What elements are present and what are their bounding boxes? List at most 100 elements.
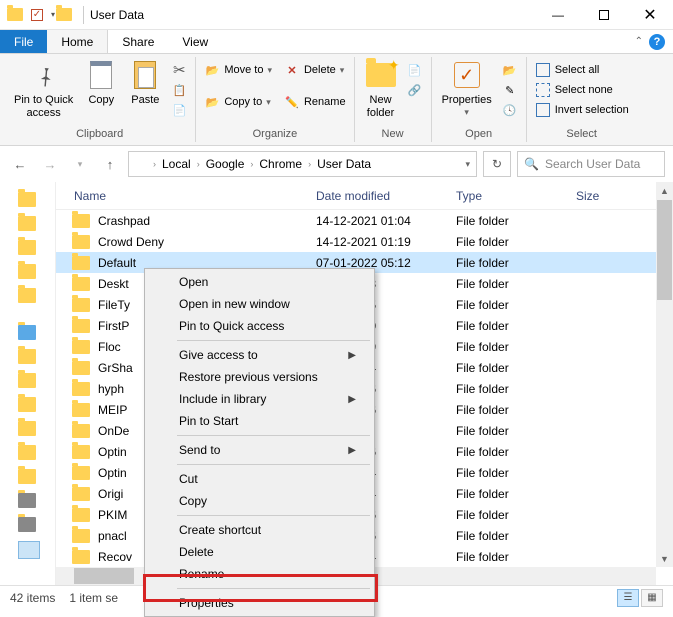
tree-folder-icon[interactable] [18,349,36,364]
paste-icon [134,61,156,89]
close-button[interactable]: ✕ [627,0,673,30]
move-to-button[interactable]: 📂Move to▾ [202,61,274,79]
paste-shortcut-button[interactable]: 📄 [169,101,189,119]
collapse-ribbon-icon[interactable]: ⌃ [635,36,643,47]
pin-quick-access-button[interactable]: Pin to Quick access [10,57,77,121]
breadcrumb-segment[interactable]: Google [204,157,247,171]
forward-button[interactable]: → [38,152,62,176]
tree-folder-icon[interactable] [18,216,36,231]
tree-folder-icon[interactable] [18,397,36,412]
help-button[interactable]: ? [649,34,665,50]
tab-share[interactable]: Share [108,30,168,53]
path-box[interactable]: › Local› Google› Chrome› User Data ▾ [128,151,477,177]
icons-view-button[interactable]: ▦ [641,589,663,607]
quick-save-icon[interactable]: ✓ [28,6,46,24]
menu-delete[interactable]: Delete [147,541,372,563]
menu-rename[interactable]: Rename [147,563,372,585]
refresh-button[interactable]: ↻ [483,151,511,177]
menu-pin-quick-access[interactable]: Pin to Quick access [147,315,372,337]
breadcrumb-segment[interactable]: Chrome [257,157,304,171]
select-all-button[interactable]: Select all [533,61,631,79]
back-button[interactable]: ← [8,152,32,176]
tree-drive-icon[interactable] [18,493,36,508]
delete-button[interactable]: ✕Delete▾ [282,61,348,79]
tree-folder-icon[interactable] [18,240,36,255]
column-header-size[interactable]: Size [576,189,636,203]
chevron-right-icon: ▶ [348,350,356,361]
table-row[interactable]: Crashpad14-12-2021 01:04File folder [56,210,673,231]
vertical-scrollbar[interactable]: ▲ ▼ [656,182,673,567]
tree-drive-icon[interactable] [18,517,36,532]
folder-icon [72,340,90,354]
tree-pc-icon[interactable] [18,325,36,340]
copy-button[interactable]: Copy [81,57,121,109]
maximize-button[interactable] [581,0,627,30]
easy-access-button[interactable]: 🔗 [405,81,425,99]
row-name: Crashpad [98,214,316,228]
folder-icon [72,445,90,459]
history-button[interactable]: 🕓 [500,101,520,119]
menu-include-library[interactable]: Include in library▶ [147,388,372,410]
pin-icon [27,58,61,92]
scroll-thumb[interactable] [74,568,134,584]
scroll-thumb[interactable] [657,200,672,300]
window-folder-icon [6,6,24,24]
properties-button[interactable]: ✓ Properties ▾ [438,57,496,119]
menu-open[interactable]: Open [147,271,372,293]
recent-locations-button[interactable]: ▾ [68,152,92,176]
tab-view[interactable]: View [168,30,222,53]
folder-icon [72,487,90,501]
menu-give-access-to[interactable]: Give access to▶ [147,344,372,366]
menu-create-shortcut[interactable]: Create shortcut [147,519,372,541]
address-bar: ← → ▾ ↑ › Local› Google› Chrome› User Da… [0,146,673,182]
tree-folder-icon[interactable] [18,421,36,436]
row-type: File folder [456,403,576,417]
menu-properties[interactable]: Properties [147,592,372,614]
copy-path-button[interactable]: 📋 [169,81,189,99]
menu-restore-versions[interactable]: Restore previous versions [147,366,372,388]
minimize-button[interactable]: — [535,0,581,30]
copy-to-icon: 📂 [204,94,220,110]
up-button[interactable]: ↑ [98,152,122,176]
breadcrumb-segment[interactable]: Local [160,157,193,171]
invert-selection-button[interactable]: Invert selection [533,101,631,119]
tree-folder-icon[interactable] [18,469,36,484]
scroll-down-icon[interactable]: ▼ [656,550,673,567]
new-item-button[interactable]: 📄 [405,61,425,79]
menu-cut[interactable]: Cut [147,468,372,490]
path-dropdown-icon[interactable]: ▾ [465,159,476,170]
tree-folder-icon[interactable] [18,373,36,388]
menu-separator [177,588,370,589]
new-folder-button[interactable]: New folder [361,57,401,121]
tree-folder-icon[interactable] [18,192,36,207]
menu-open-new-window[interactable]: Open in new window [147,293,372,315]
table-row[interactable]: Crowd Deny14-12-2021 01:19File folder [56,231,673,252]
search-input[interactable]: 🔍Search User Data [517,151,665,177]
row-type: File folder [456,529,576,543]
tree-folder-icon[interactable] [18,264,36,279]
edit-button[interactable]: ✎ [500,81,520,99]
copy-to-button[interactable]: 📂Copy to▾ [202,93,274,111]
menu-send-to[interactable]: Send to▶ [147,439,372,461]
ribbon-tabs: File Home Share View ⌃ ? [0,30,673,54]
breadcrumb-segment[interactable]: User Data [315,157,373,171]
rename-button[interactable]: ✏️Rename [282,93,348,111]
tree-folder-icon[interactable] [18,288,36,303]
title-bar: ✓ ▾ User Data — ✕ [0,0,673,30]
tab-home[interactable]: Home [47,30,108,53]
tree-folder-icon[interactable] [18,445,36,460]
details-view-button[interactable]: ☰ [617,589,639,607]
paste-button[interactable]: Paste [125,57,165,109]
scroll-up-icon[interactable]: ▲ [656,182,673,199]
column-header-date[interactable]: Date modified [316,189,456,203]
nav-tree[interactable] [0,182,56,585]
column-header-name[interactable]: Name [56,189,316,203]
column-header-type[interactable]: Type [456,189,576,203]
open-with-button[interactable]: 📂 [500,61,520,79]
tree-selected-item[interactable] [18,541,40,559]
menu-copy[interactable]: Copy [147,490,372,512]
tab-file[interactable]: File [0,30,47,53]
menu-pin-start[interactable]: Pin to Start [147,410,372,432]
select-none-button[interactable]: Select none [533,81,631,99]
cut-button[interactable]: ✂ [169,61,189,79]
